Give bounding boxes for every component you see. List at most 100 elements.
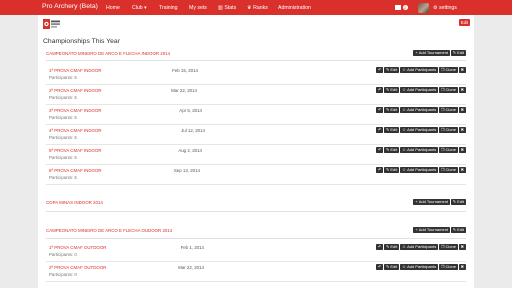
delete-button[interactable]: ✖ xyxy=(458,86,466,93)
championship-actions: + Add Tournament ✎ Edit xyxy=(413,226,466,233)
undo-button[interactable]: ↶ xyxy=(375,166,384,173)
clone-button-label: Clone xyxy=(445,263,456,269)
tournament-row: 1ª PROVA CMAF INDOOR Participants: 6 Feb 1… xyxy=(38,66,474,88)
user-avatar[interactable] xyxy=(418,2,429,13)
championship-title[interactable]: CAMPEONATO MINEIRO DE ARCO E FLECHA INDO… xyxy=(46,51,170,56)
edit-tournament-button[interactable]: ✎ Edit xyxy=(384,263,400,270)
undo-button[interactable]: ↶ xyxy=(375,146,384,153)
messages-button[interactable]: 2 xyxy=(395,3,408,12)
tournament-name-link[interactable]: 5ª PROVA CMAF INDOOR xyxy=(49,148,102,153)
main-panel: Edit Championships This Year CAMPEONATO … xyxy=(38,15,474,288)
undo-button[interactable]: ↶ xyxy=(375,243,384,250)
undo-icon: ↶ xyxy=(377,263,382,269)
edit-tournament-button[interactable]: ✎ Edit xyxy=(384,106,400,113)
edit-tournament-button[interactable]: ✎ Edit xyxy=(384,243,400,250)
tournament-date: Sep 13, 2014 xyxy=(173,168,200,173)
delete-button[interactable]: ✖ xyxy=(458,166,466,173)
nav-ranks[interactable]: ♛ Ranks xyxy=(247,5,268,11)
copy-icon: ❐ xyxy=(440,66,445,72)
undo-button[interactable]: ↶ xyxy=(375,86,384,93)
settings-link[interactable]: ⚙ settings xyxy=(433,3,457,12)
edit-championship-button[interactable]: ✎ Edit xyxy=(450,49,466,56)
undo-button[interactable]: ↶ xyxy=(375,263,384,270)
tournament-name-link[interactable]: 2ª PROVA CMAF OUTDOOR xyxy=(49,265,106,270)
clone-button[interactable]: ❐ Clone xyxy=(438,66,458,73)
pencil-icon: ✎ xyxy=(386,106,390,112)
row-divider xyxy=(46,83,466,85)
clone-button[interactable]: ❐ Clone xyxy=(438,263,458,270)
add-participants-button[interactable]: ☺ Add Participants xyxy=(399,66,439,73)
close-icon: ✖ xyxy=(460,126,464,132)
add-participants-button-label: Add Participants xyxy=(407,126,437,132)
undo-icon: ↶ xyxy=(377,106,382,112)
delete-button[interactable]: ✖ xyxy=(458,146,466,153)
add-participants-button[interactable]: ☺ Add Participants xyxy=(399,146,439,153)
nav-stats[interactable]: ▥ Stats xyxy=(218,5,236,11)
undo-button[interactable]: ↶ xyxy=(375,126,384,133)
clone-button[interactable]: ❐ Clone xyxy=(438,243,458,250)
copy-icon: ❐ xyxy=(440,86,445,92)
tournament-date: Feb 1, 2014 xyxy=(180,245,204,250)
nav-club[interactable]: Club ▾ xyxy=(132,5,147,11)
tournament-name-link[interactable]: 6ª PROVA CMAF INDOOR xyxy=(49,168,102,173)
envelope-icon xyxy=(395,5,401,10)
copy-icon: ❐ xyxy=(440,166,445,172)
copy-icon: ❐ xyxy=(440,106,445,112)
edit-tournament-button[interactable]: ✎ Edit xyxy=(384,66,400,73)
tournament-actions: ↶ ✎ Edit ☺ Add Participants ❐ Clone ✖ xyxy=(375,243,466,250)
pencil-icon: ✎ xyxy=(452,226,457,232)
edit-championship-button-label: Edit xyxy=(457,198,464,204)
delete-button[interactable]: ✖ xyxy=(458,263,466,270)
clone-button[interactable]: ❐ Clone xyxy=(438,146,458,153)
tournament-actions: ↶ ✎ Edit ☺ Add Participants ❐ Clone ✖ xyxy=(375,126,466,133)
tournament-name-link[interactable]: 3ª PROVA CMAF INDOOR xyxy=(49,108,102,113)
edit-championship-button[interactable]: ✎ Edit xyxy=(450,226,466,233)
edit-tournament-button[interactable]: ✎ Edit xyxy=(384,146,400,153)
tournament-name-link[interactable]: 1ª PROVA CMAF OUTDOOR xyxy=(49,245,106,250)
brand-link[interactable]: Pro Archery (Beta) xyxy=(42,3,98,10)
nav-stats-label: Stats xyxy=(224,4,237,11)
add-participants-button[interactable]: ☺ Add Participants xyxy=(399,86,439,93)
edit-page-button[interactable]: Edit xyxy=(458,19,470,26)
edit-tournament-button[interactable]: ✎ Edit xyxy=(384,166,400,173)
edit-tournament-button[interactable]: ✎ Edit xyxy=(384,86,400,93)
add-participants-button[interactable]: ☺ Add Participants xyxy=(399,166,439,173)
clone-button-label: Clone xyxy=(445,106,456,112)
undo-button[interactable]: ↶ xyxy=(375,106,384,113)
nav-training[interactable]: Training xyxy=(159,5,178,11)
add-participants-button[interactable]: ☺ Add Participants xyxy=(399,243,439,250)
clone-button[interactable]: ❐ Clone xyxy=(438,166,458,173)
championship-title[interactable]: COPA MINAS INDOOR 2014 xyxy=(46,200,103,205)
tournament-name-link[interactable]: 4ª PROVA CMAF INDOOR xyxy=(49,128,102,133)
edit-championship-button[interactable]: ✎ Edit xyxy=(450,198,466,205)
clone-button[interactable]: ❐ Clone xyxy=(438,106,458,113)
add-participants-button[interactable]: ☺ Add Participants xyxy=(399,106,439,113)
edit-tournament-button[interactable]: ✎ Edit xyxy=(384,126,400,133)
championship-title[interactable]: CAMPEONATO MINEIRO DE ARCO E FLECHA OUDO… xyxy=(46,228,172,233)
tournament-date: Jul 12, 2014 xyxy=(181,128,205,133)
delete-button[interactable]: ✖ xyxy=(458,126,466,133)
delete-button[interactable]: ✖ xyxy=(458,243,466,250)
tournament-name-link[interactable]: 2ª PROVA CMAF INDOOR xyxy=(49,88,102,93)
undo-button[interactable]: ↶ xyxy=(375,66,384,73)
add-tournament-button[interactable]: + Add Tournament xyxy=(413,198,451,205)
pencil-icon: ✎ xyxy=(386,166,390,172)
nav-administration[interactable]: Administration xyxy=(278,5,311,11)
clone-button[interactable]: ❐ Clone xyxy=(438,126,458,133)
add-tournament-button[interactable]: + Add Tournament xyxy=(413,226,451,233)
tournament-actions: ↶ ✎ Edit ☺ Add Participants ❐ Clone ✖ xyxy=(375,86,466,93)
copy-icon: ❐ xyxy=(440,126,445,132)
nav-home[interactable]: Home xyxy=(106,5,120,11)
row-divider xyxy=(46,183,466,185)
add-participants-button[interactable]: ☺ Add Participants xyxy=(399,263,439,270)
tournament-name-link[interactable]: 1ª PROVA CMAF INDOOR xyxy=(49,68,102,73)
nav-my-sets[interactable]: My sets xyxy=(189,5,207,11)
undo-icon: ↶ xyxy=(377,166,382,172)
clone-button-label: Clone xyxy=(445,66,456,72)
delete-button[interactable]: ✖ xyxy=(458,66,466,73)
delete-button[interactable]: ✖ xyxy=(458,106,466,113)
add-tournament-button[interactable]: + Add Tournament xyxy=(413,49,451,56)
add-participants-button-label: Add Participants xyxy=(407,243,437,249)
clone-button[interactable]: ❐ Clone xyxy=(438,86,458,93)
add-participants-button[interactable]: ☺ Add Participants xyxy=(399,126,439,133)
